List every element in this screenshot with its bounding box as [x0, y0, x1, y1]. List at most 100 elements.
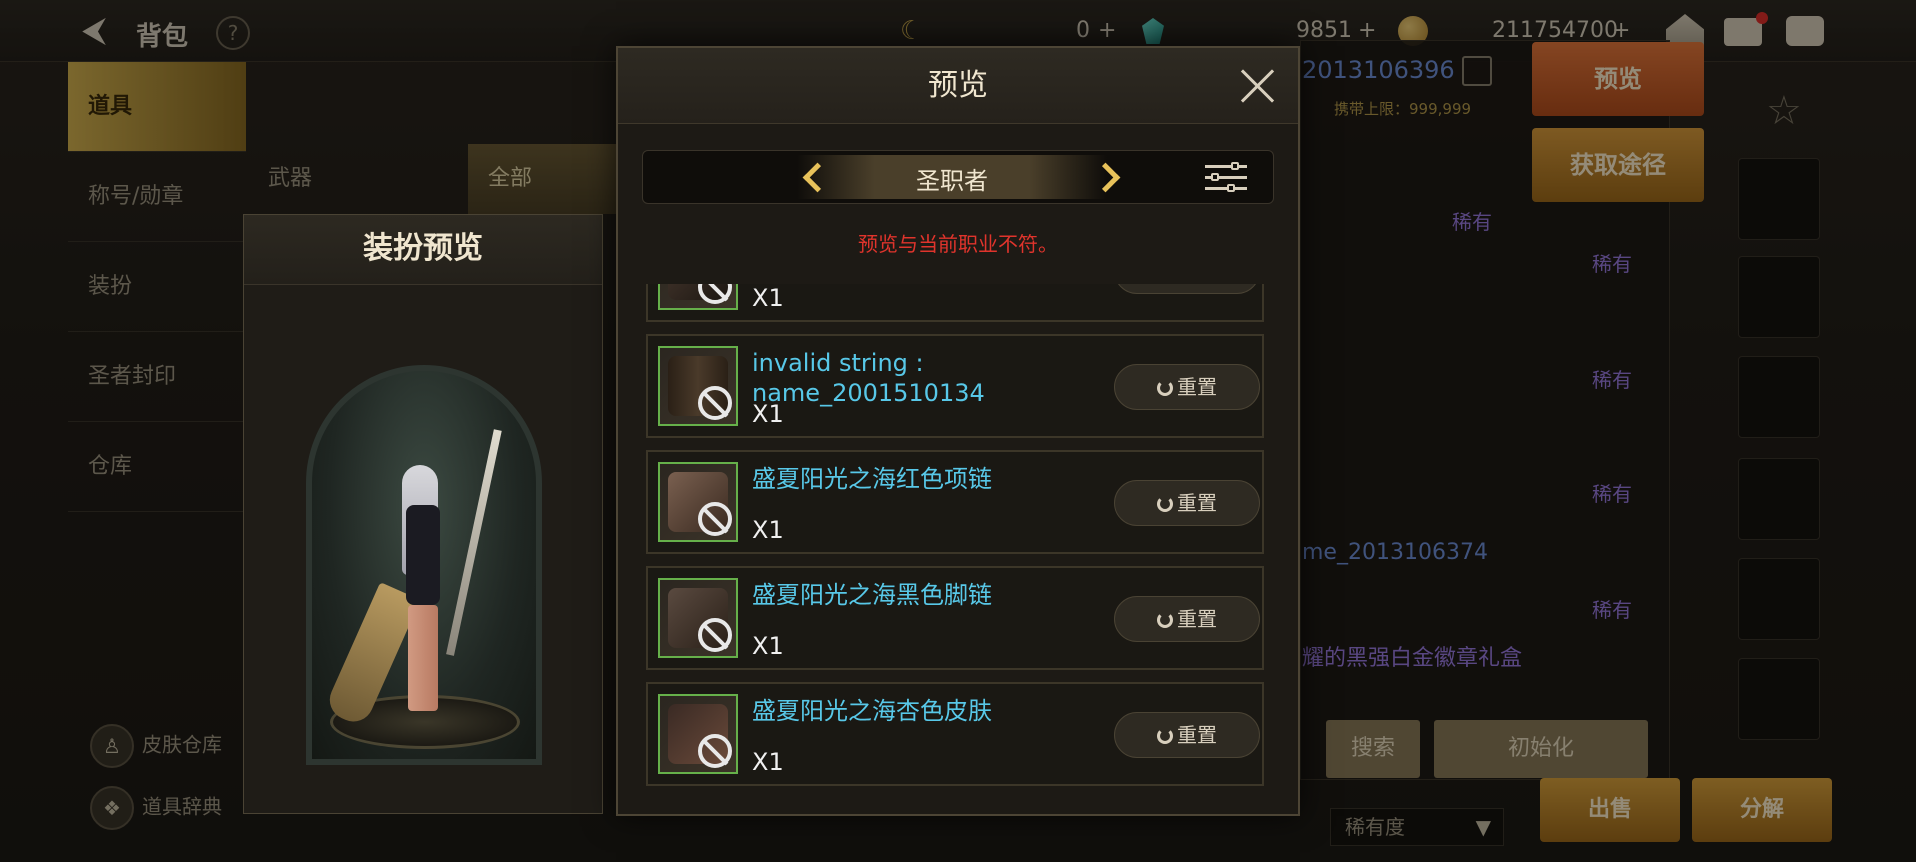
- skin-warehouse-label: 皮肤仓库: [142, 732, 222, 757]
- rarity-select[interactable]: 稀有度 ▼: [1330, 808, 1504, 846]
- reset-icon: [1157, 612, 1173, 628]
- reset-icon: [1157, 496, 1173, 512]
- help-icon[interactable]: ?: [216, 16, 250, 50]
- get-source-button[interactable]: 获取途径: [1532, 128, 1704, 202]
- list-item: 盛夏阳光之海红色项链 X1 重置: [646, 450, 1264, 554]
- reset-icon: [1157, 728, 1173, 744]
- character-legs: [408, 605, 438, 711]
- close-icon[interactable]: [1236, 64, 1280, 108]
- chat-icon[interactable]: [1786, 16, 1824, 46]
- reset-label: 重置: [1177, 723, 1217, 747]
- item-name: 盛夏阳光之海杏色皮肤: [752, 697, 992, 725]
- moon-icon: ☾: [900, 16, 924, 46]
- tab-weapon[interactable]: 武器: [248, 144, 468, 214]
- item-name: 盛夏阳光之海红色项链: [752, 465, 992, 493]
- inventory-slot[interactable]: [1738, 356, 1820, 438]
- outfit-preview-title: 装扮预览: [244, 215, 602, 285]
- nav-item-outfit[interactable]: 装扮: [68, 242, 246, 332]
- item-name-partial: me_2013106374: [1302, 540, 1488, 565]
- chevron-left-icon[interactable]: [801, 161, 823, 193]
- item-quantity: X1: [752, 516, 784, 544]
- notification-dot: [1756, 12, 1768, 24]
- nav-item-warehouse[interactable]: 仓库: [68, 422, 246, 512]
- mail-icon[interactable]: [1724, 18, 1762, 46]
- reset-button[interactable]: 重置: [1114, 364, 1260, 410]
- job-name-banner: 圣职者: [797, 155, 1107, 199]
- sell-button[interactable]: 出售: [1540, 778, 1680, 842]
- item-quantity: X1: [752, 400, 784, 428]
- reset-label: 重置: [1177, 607, 1217, 631]
- item-thumbnail[interactable]: [658, 578, 738, 658]
- item-quantity: X1: [752, 632, 784, 660]
- reset-button[interactable]: 重置: [1114, 596, 1260, 642]
- job-selector: 圣职者: [642, 150, 1274, 204]
- skin-warehouse-icon: ♙: [90, 724, 134, 768]
- modal-title: 预览: [928, 68, 988, 103]
- box-name: 耀的黑强白金徽章礼盒: [1302, 646, 1523, 671]
- ban-icon: [698, 734, 732, 768]
- rare-tag: 稀有: [1592, 368, 1632, 392]
- reset-button[interactable]: 重置: [1114, 284, 1260, 294]
- item-quantity: X1: [752, 748, 784, 776]
- job-name: 圣职者: [916, 167, 988, 195]
- nav-item-items[interactable]: 道具: [68, 62, 246, 152]
- ban-icon: [698, 502, 732, 536]
- preview-button[interactable]: 预览: [1532, 42, 1704, 116]
- item-id: 2013106396: [1302, 56, 1455, 84]
- nav-item-saint-seal[interactable]: 圣者封印: [68, 332, 246, 422]
- rare-tag: 稀有: [1592, 252, 1632, 276]
- inventory-slot[interactable]: [1738, 658, 1820, 740]
- outfit-preview-panel: 装扮预览: [243, 214, 603, 814]
- rare-tag: 稀有: [1452, 210, 1492, 234]
- settings-sliders-icon[interactable]: [1205, 162, 1247, 193]
- item-quantity: X1: [752, 284, 784, 312]
- job-mismatch-warning: 预览与当前职业不符。: [858, 232, 1058, 256]
- decompose-button[interactable]: 分解: [1692, 778, 1832, 842]
- preview-item-list[interactable]: X1 重置 invalid string : name_2001510134 X…: [646, 284, 1272, 804]
- item-name: 盛夏阳光之海黑色脚链: [752, 581, 992, 609]
- inventory-slot[interactable]: [1738, 256, 1820, 338]
- character-model: [323, 429, 502, 728]
- inventory-slot[interactable]: [1738, 158, 1820, 240]
- page-title: 背包: [136, 22, 189, 52]
- skin-warehouse-link[interactable]: ♙ 皮肤仓库: [90, 724, 222, 768]
- ban-icon: [698, 386, 732, 420]
- reset-label: 重置: [1177, 375, 1217, 399]
- preview-modal: 预览 圣职者 预览与当前职业不符。 X1 重置 invalid string :…: [616, 46, 1300, 816]
- list-item: X1 重置: [646, 284, 1264, 322]
- item-name: invalid string : name_2001510134: [752, 349, 985, 407]
- item-dictionary-label: 道具辞典: [142, 794, 222, 819]
- search-button[interactable]: 搜索: [1326, 720, 1420, 778]
- add-moon-icon[interactable]: +: [1098, 18, 1116, 43]
- rare-tag: 稀有: [1592, 598, 1632, 622]
- item-dictionary-link[interactable]: ❖ 道具辞典: [90, 786, 222, 830]
- rare-tag: 稀有: [1592, 482, 1632, 506]
- chevron-right-icon[interactable]: [1097, 161, 1119, 193]
- inventory-slot[interactable]: [1738, 558, 1820, 640]
- item-dictionary-icon: ❖: [90, 786, 134, 830]
- reset-button[interactable]: 重置: [1114, 712, 1260, 758]
- item-thumbnail[interactable]: [658, 284, 738, 310]
- back-arrow-icon[interactable]: ⮜: [82, 13, 118, 47]
- modal-header: 预览: [618, 48, 1298, 124]
- item-thumbnail[interactable]: [658, 346, 738, 426]
- ban-icon: [698, 618, 732, 652]
- moon-currency-value: 0: [1076, 18, 1090, 43]
- reset-icon: [1157, 380, 1173, 396]
- star-icon[interactable]: ☆: [1766, 88, 1802, 134]
- item-thumbnail[interactable]: [658, 694, 738, 774]
- left-nav: 道具 称号/勋章 装扮 圣者封印 仓库: [68, 62, 246, 512]
- initialize-button[interactable]: 初始化: [1434, 720, 1648, 778]
- item-thumbnail[interactable]: [658, 462, 738, 542]
- list-item: invalid string : name_2001510134 X1 重置: [646, 334, 1264, 438]
- character-outfit: [406, 505, 440, 605]
- ban-icon: [698, 284, 732, 304]
- external-link-icon[interactable]: [1462, 56, 1492, 86]
- inventory-slot[interactable]: [1738, 458, 1820, 540]
- dropdown-arrow-icon: ▼: [1475, 815, 1491, 839]
- carry-limit: 携带上限：999,999: [1334, 100, 1472, 118]
- gem-icon: [1142, 18, 1164, 44]
- nav-item-titles[interactable]: 称号/勋章: [68, 152, 246, 242]
- list-item: 盛夏阳光之海黑色脚链 X1 重置: [646, 566, 1264, 670]
- reset-button[interactable]: 重置: [1114, 480, 1260, 526]
